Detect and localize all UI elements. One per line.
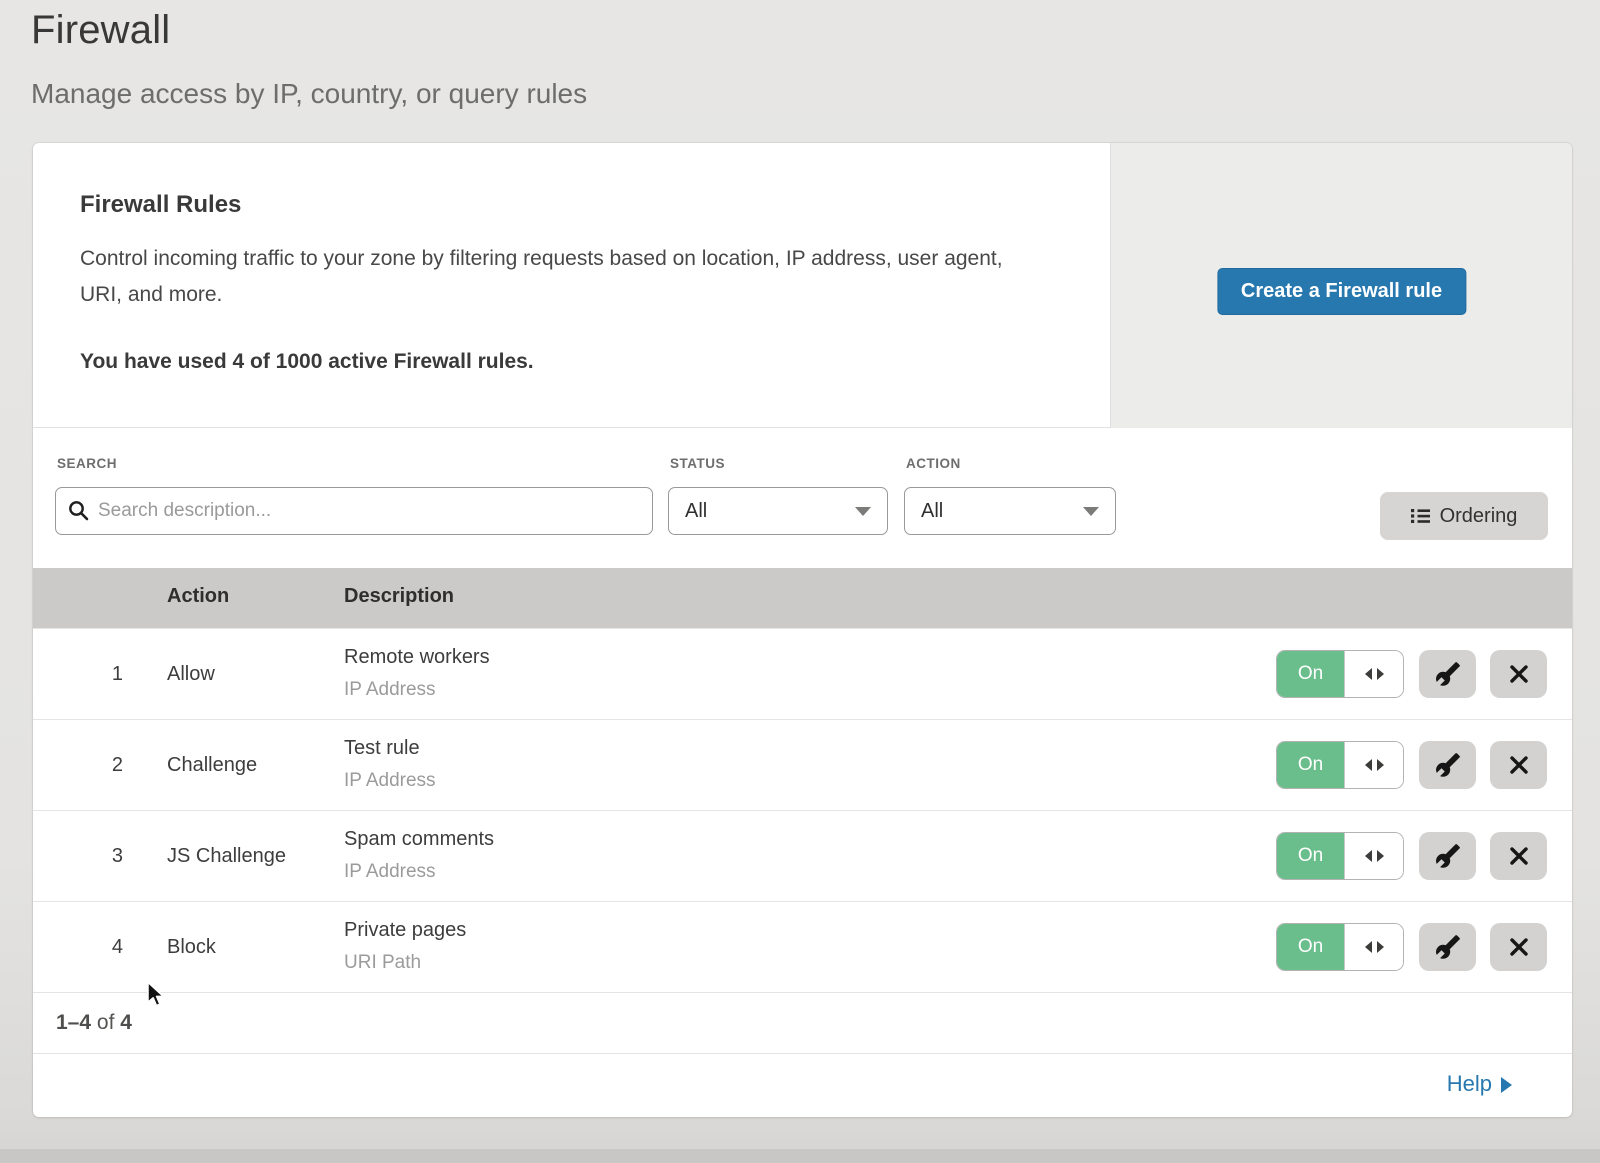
delete-rule-button[interactable] [1490,923,1547,971]
wrench-icon [1435,661,1461,687]
ordering-button-label: Ordering [1440,505,1518,528]
ordering-list-icon [1411,508,1430,524]
close-icon [1507,662,1531,686]
rule-field: IP Address [344,861,436,883]
rule-enabled-toggle[interactable]: On [1276,650,1404,698]
pagination-row: 1–4 of 4 [33,992,1572,1053]
wrench-icon [1435,843,1461,869]
table-row: 4 Block Private pages URI Path On [33,901,1572,992]
card-description: Control incoming traffic to your zone by… [80,241,1030,313]
rule-action: Challenge [167,754,257,777]
toggle-on-segment[interactable]: On [1277,651,1344,697]
action-select[interactable]: All [904,487,1116,535]
pagination-of: of [97,1011,115,1034]
table-row: 2 Challenge Test rule IP Address On [33,719,1572,810]
status-label: STATUS [670,456,725,471]
rule-number: 2 [33,754,123,777]
close-icon [1507,935,1531,959]
action-label: ACTION [906,456,961,471]
table-row: 3 JS Challenge Spam comments IP Address … [33,810,1572,901]
toggle-arrows-icon[interactable] [1344,742,1403,788]
rule-action: Block [167,936,216,959]
rule-enabled-toggle[interactable]: On [1276,741,1404,789]
wrench-icon [1435,752,1461,778]
rule-number: 1 [33,663,123,686]
search-field-wrap [55,487,653,535]
wrench-icon [1435,934,1461,960]
table-header: Action Description [33,568,1572,628]
window-bottom-edge [0,1149,1600,1163]
edit-rule-button[interactable] [1419,923,1476,971]
pagination-text: 1–4 of 4 [56,1011,132,1035]
rule-enabled-toggle[interactable]: On [1276,832,1404,880]
page-subtitle: Manage access by IP, country, or query r… [31,78,587,110]
toggle-on-segment[interactable]: On [1277,742,1344,788]
help-link[interactable]: Help [1447,1071,1512,1097]
rule-field: IP Address [344,770,436,792]
close-icon [1507,753,1531,777]
rule-description: Spam comments [344,828,494,851]
chevron-down-icon [1083,507,1099,516]
status-select-value: All [685,500,707,523]
delete-rule-button[interactable] [1490,741,1547,789]
filters-bar: SEARCH STATUS All ACTION All Ordering [33,429,1572,568]
overview-section: Firewall Rules Control incoming traffic … [33,143,1572,428]
delete-rule-button[interactable] [1490,650,1547,698]
toggle-arrows-icon[interactable] [1344,833,1403,879]
create-firewall-rule-button[interactable]: Create a Firewall rule [1217,268,1466,315]
table-row: 1 Allow Remote workers IP Address On [33,628,1572,719]
chevron-down-icon [855,507,871,516]
close-icon [1507,844,1531,868]
rule-enabled-toggle[interactable]: On [1276,923,1404,971]
rule-action: JS Challenge [167,845,286,868]
rule-number: 4 [33,936,123,959]
caret-right-icon [1501,1077,1512,1093]
firewall-rules-card: Firewall Rules Control incoming traffic … [33,143,1572,1117]
rule-description: Private pages [344,919,466,942]
rule-description: Test rule [344,737,420,760]
rule-description: Remote workers [344,646,490,669]
usage-summary: You have used 4 of 1000 active Firewall … [80,350,534,374]
search-input[interactable] [55,487,653,535]
delete-rule-button[interactable] [1490,832,1547,880]
create-rule-panel: Create a Firewall rule [1110,143,1572,428]
edit-rule-button[interactable] [1419,741,1476,789]
toggle-on-segment[interactable]: On [1277,924,1344,970]
rule-field: URI Path [344,952,421,974]
toggle-arrows-icon[interactable] [1344,924,1403,970]
rule-number: 3 [33,845,123,868]
rule-field: IP Address [344,679,436,701]
page-title: Firewall [31,8,170,53]
search-label: SEARCH [57,456,117,471]
column-header-action: Action [167,585,229,608]
edit-rule-button[interactable] [1419,650,1476,698]
action-select-value: All [921,500,943,523]
help-link-label: Help [1447,1071,1492,1097]
pagination-range: 1–4 [56,1011,91,1034]
pagination-total: 4 [120,1011,132,1034]
toggle-arrows-icon[interactable] [1344,651,1403,697]
help-row: Help [33,1053,1572,1117]
card-heading: Firewall Rules [80,191,241,219]
toggle-on-segment[interactable]: On [1277,833,1344,879]
status-select[interactable]: All [668,487,888,535]
column-header-description: Description [344,585,454,608]
rule-action: Allow [167,663,215,686]
edit-rule-button[interactable] [1419,832,1476,880]
ordering-button[interactable]: Ordering [1380,492,1548,540]
